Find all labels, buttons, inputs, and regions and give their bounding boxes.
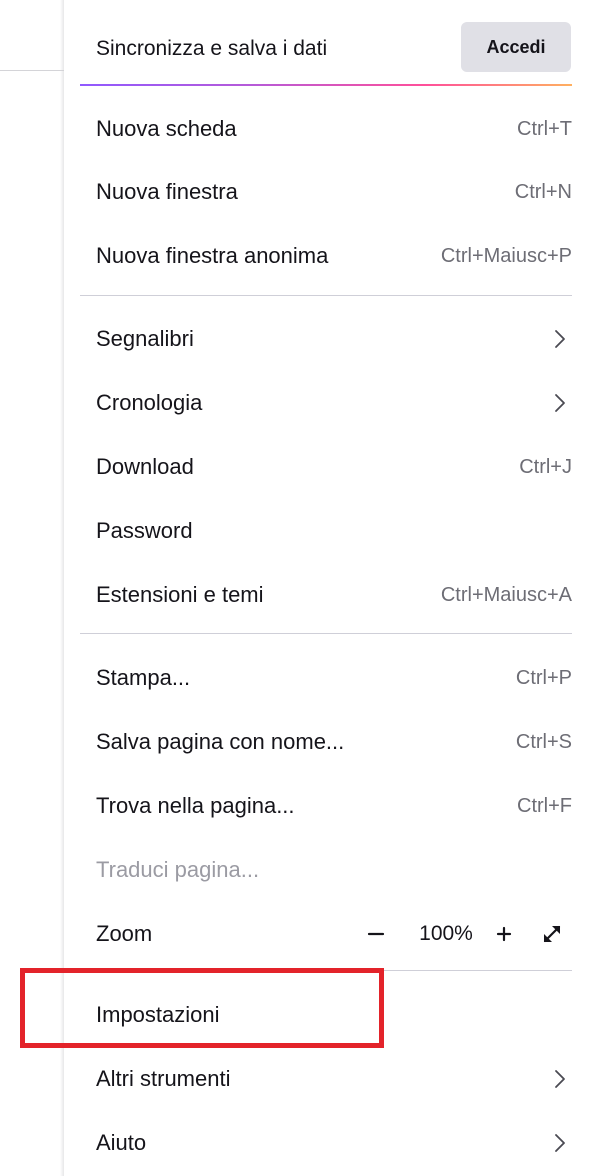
sign-in-button[interactable]: Accedi [461, 22, 571, 72]
menu-item-print[interactable]: Stampa... Ctrl+P [80, 653, 572, 703]
menu-separator [80, 970, 572, 971]
minus-icon [367, 932, 385, 936]
menu-item-shortcut: Ctrl+S [515, 731, 572, 753]
toolbar-border [0, 70, 64, 71]
chevron-right-icon [555, 394, 565, 412]
menu-item-shortcut: Ctrl+Maiusc+P [440, 245, 572, 267]
fullscreen-button[interactable] [534, 916, 570, 952]
menu-item-save-page[interactable]: Salva pagina con nome... Ctrl+S [80, 717, 572, 767]
menu-item-label: Nuova finestra [96, 179, 238, 204]
menu-item-label: Aiuto [96, 1130, 147, 1155]
menu-separator [80, 633, 572, 634]
menu-item-new-window[interactable]: Nuova finestra Ctrl+N [80, 167, 572, 217]
menu-item-shortcut: Ctrl+T [517, 118, 572, 140]
zoom-out-button[interactable] [358, 916, 394, 952]
menu-item-label: Estensioni e temi [96, 582, 264, 607]
menu-item-help[interactable]: Aiuto [80, 1118, 572, 1168]
menu-item-passwords[interactable]: Password [80, 506, 572, 556]
menu-item-bookmarks[interactable]: Segnalibri [80, 314, 572, 364]
menu-item-history[interactable]: Cronologia [80, 378, 572, 428]
zoom-in-button[interactable] [486, 916, 522, 952]
menu-item-downloads[interactable]: Download Ctrl+J [80, 442, 572, 492]
menu-item-find[interactable]: Trova nella pagina... Ctrl+F [80, 781, 572, 831]
menu-separator [80, 295, 572, 296]
sync-title: Sincronizza e salva i dati [96, 37, 328, 60]
menu-item-label: Password [96, 518, 193, 543]
menu-item-shortcut: Ctrl+J [519, 456, 572, 478]
chevron-right-icon [555, 1134, 565, 1152]
plus-icon [496, 926, 512, 942]
fullscreen-icon [543, 925, 561, 943]
menu-item-label: Segnalibri [96, 326, 194, 351]
menu-item-settings[interactable]: Impostazioni [80, 990, 572, 1040]
sync-accent-divider [80, 84, 572, 86]
menu-item-shortcut: Ctrl+Maiusc+A [440, 584, 572, 606]
sync-section: Sincronizza e salva i dati Accedi [80, 22, 572, 76]
menu-item-label: Stampa... [96, 665, 191, 690]
browser-background [0, 0, 64, 1176]
chevron-right-icon [555, 330, 565, 348]
menu-item-label: Nuova scheda [96, 116, 237, 141]
menu-item-shortcut: Ctrl+F [517, 795, 572, 817]
menu-item-label: Impostazioni [96, 1002, 220, 1027]
menu-item-label: Salva pagina con nome... [96, 729, 345, 754]
menu-item-label: Zoom [96, 921, 153, 946]
menu-item-label: Trova nella pagina... [96, 793, 295, 818]
menu-item-shortcut: Ctrl+P [515, 667, 572, 689]
menu-item-more-tools[interactable]: Altri strumenti [80, 1054, 572, 1104]
menu-item-translate: Traduci pagina... [80, 845, 572, 895]
menu-item-label: Traduci pagina... [96, 857, 260, 882]
menu-item-label: Download [96, 454, 194, 479]
zoom-level[interactable]: 100% [414, 922, 478, 946]
menu-item-addons[interactable]: Estensioni e temi Ctrl+Maiusc+A [80, 570, 572, 620]
zoom-controls: 100% [358, 916, 572, 952]
menu-item-label: Nuova finestra anonima [96, 243, 329, 268]
menu-item-new-private-window[interactable]: Nuova finestra anonima Ctrl+Maiusc+P [80, 231, 572, 281]
menu-item-shortcut: Ctrl+N [514, 181, 572, 203]
menu-item-zoom: Zoom 100% [80, 909, 572, 959]
menu-item-label: Altri strumenti [96, 1066, 231, 1091]
menu-item-label: Cronologia [96, 390, 203, 415]
app-menu-panel: Sincronizza e salva i dati Accedi Nuova … [64, 0, 595, 1176]
chevron-right-icon [555, 1070, 565, 1088]
menu-item-new-tab[interactable]: Nuova scheda Ctrl+T [80, 104, 572, 154]
